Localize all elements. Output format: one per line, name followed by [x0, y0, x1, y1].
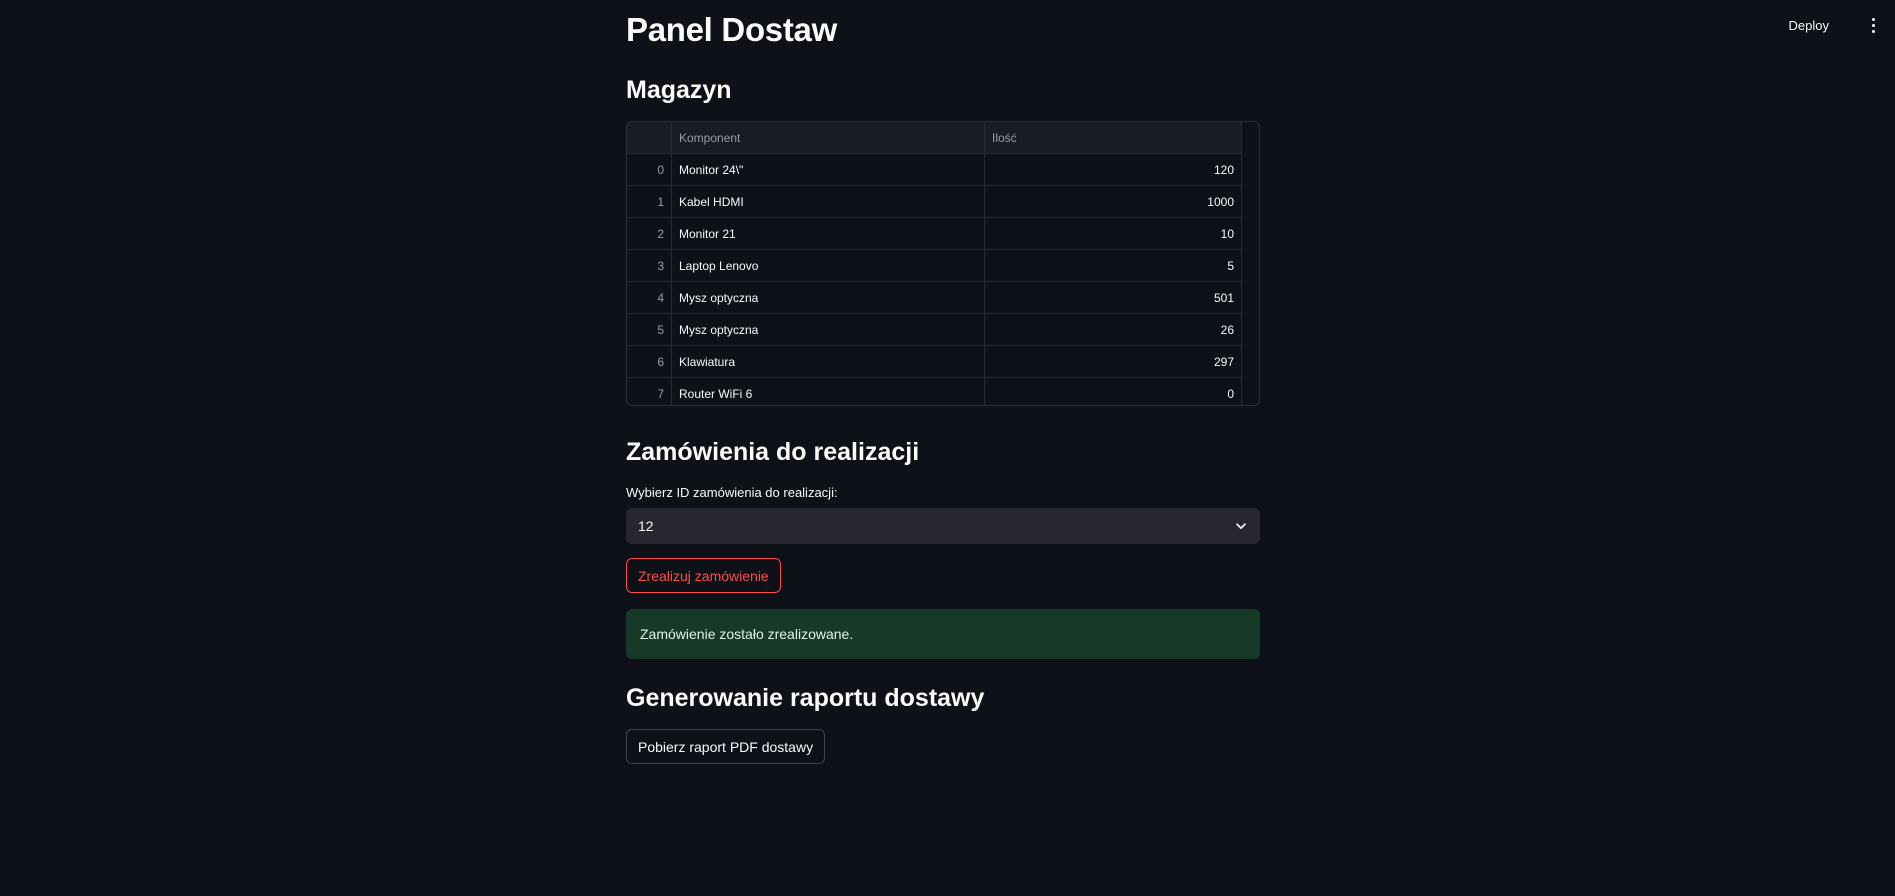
warehouse-table[interactable]: Komponent Ilość 0 Monitor 24\" 120 1 Kabel H…: [626, 121, 1260, 406]
row-index-cell[interactable]: 7: [627, 377, 672, 405]
component-cell[interactable]: Klawiatura: [671, 345, 985, 378]
component-cell[interactable]: Mysz optyczna: [671, 281, 985, 314]
order-select-label: Wybierz ID zamówienia do realizacji:: [626, 485, 838, 500]
component-cell[interactable]: Monitor 21: [671, 217, 985, 250]
table-row: 3 Laptop Lenovo 5: [627, 249, 1242, 282]
quantity-cell[interactable]: 120: [984, 153, 1242, 186]
top-bar: Deploy: [0, 0, 1895, 50]
order-id-selected-value: 12: [638, 518, 654, 534]
table-header-row: Komponent Ilość: [627, 122, 1242, 154]
quantity-cell[interactable]: 297: [984, 345, 1242, 378]
component-cell[interactable]: Laptop Lenovo: [671, 249, 985, 282]
component-cell[interactable]: Kabel HDMI: [671, 185, 985, 218]
row-index-cell[interactable]: 4: [627, 281, 672, 314]
quantity-cell[interactable]: 1000: [984, 185, 1242, 218]
more-vertical-icon[interactable]: [1863, 14, 1883, 36]
row-index-cell[interactable]: 5: [627, 313, 672, 346]
row-index-cell[interactable]: 1: [627, 185, 672, 218]
row-index-cell[interactable]: 3: [627, 249, 672, 282]
column-header-component[interactable]: Komponent: [671, 122, 985, 154]
warehouse-heading: Magazyn: [626, 76, 732, 104]
chevron-down-icon: [1236, 523, 1246, 530]
column-header-quantity[interactable]: Ilość: [984, 122, 1242, 154]
table-row: 7 Router WiFi 60: [627, 377, 1242, 405]
table-row: 1 Kabel HDMI 1000: [627, 185, 1242, 218]
order-id-select[interactable]: 12: [626, 508, 1260, 544]
column-header-index[interactable]: [627, 122, 672, 154]
quantity-cell[interactable]: 10: [984, 217, 1242, 250]
success-alert: Zamówienie zostało zrealizowane.: [626, 609, 1260, 659]
success-message: Zamówienie zostało zrealizowane.: [640, 626, 854, 642]
row-index-cell[interactable]: 2: [627, 217, 672, 250]
report-heading: Generowanie raportu dostawy: [626, 684, 985, 712]
table-row: 5 Mysz optyczna 26: [627, 313, 1242, 346]
table-row: 6 Klawiatura 297: [627, 345, 1242, 378]
page-title: Panel Dostaw: [626, 11, 837, 48]
quantity-cell[interactable]: 0: [984, 377, 1242, 405]
row-index-cell[interactable]: 0: [627, 153, 672, 186]
component-cell[interactable]: Router WiFi 6: [671, 377, 985, 405]
orders-heading: Zamówienia do realizacji: [626, 438, 920, 466]
quantity-cell[interactable]: 26: [984, 313, 1242, 346]
fulfill-order-button[interactable]: Zrealizuj zamówienie: [626, 558, 781, 593]
table-row: 0 Monitor 24\" 120: [627, 153, 1242, 186]
quantity-cell[interactable]: 501: [984, 281, 1242, 314]
quantity-cell[interactable]: 5: [984, 249, 1242, 282]
component-cell[interactable]: Monitor 24\": [671, 153, 985, 186]
download-report-button[interactable]: Pobierz raport PDF dostawy: [626, 729, 826, 764]
deploy-button[interactable]: Deploy: [1783, 14, 1835, 37]
table-row: 4 Mysz optyczna 501: [627, 281, 1242, 314]
row-index-cell[interactable]: 6: [627, 345, 672, 378]
component-cell[interactable]: Mysz optyczna: [671, 313, 985, 346]
table-row: 2 Monitor 21 10: [627, 217, 1242, 250]
